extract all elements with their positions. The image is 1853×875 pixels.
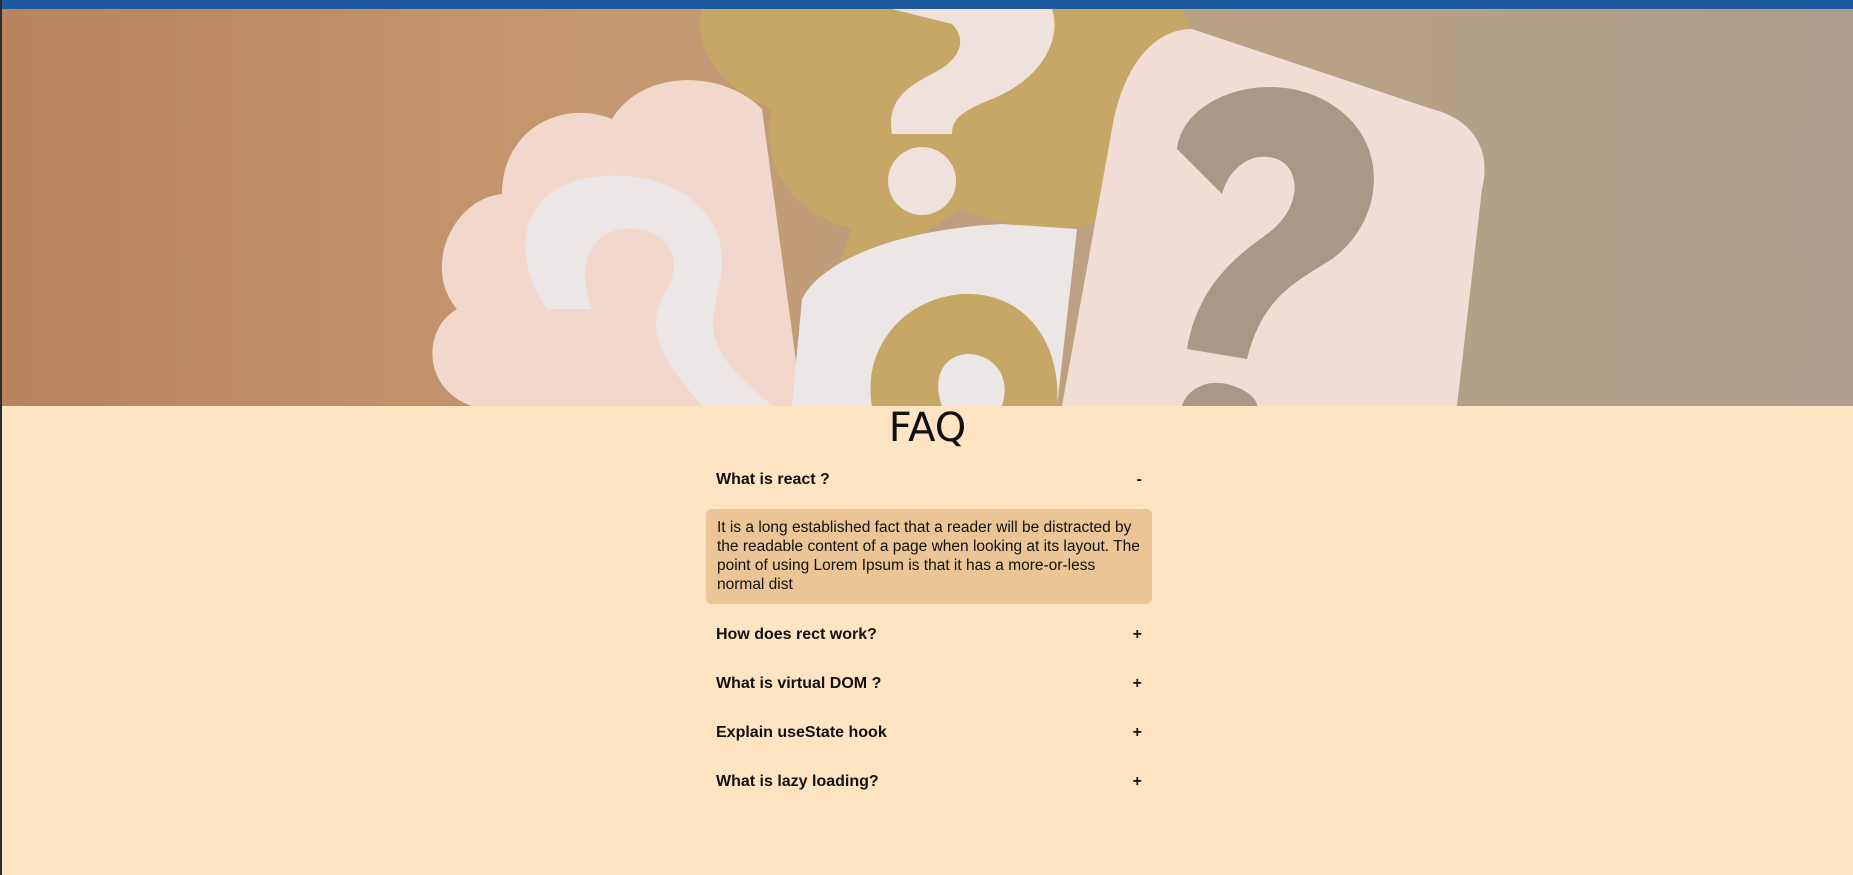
faq-question-what-is-react[interactable]: What is react ? - [706,460,1152,500]
expand-toggle-icon[interactable]: + [1133,773,1142,791]
faq-question-label: What is lazy loading? [716,773,879,790]
collapse-toggle-icon[interactable]: - [1137,471,1142,489]
page-title: FAQ [888,405,967,451]
top-bar [2,0,1853,9]
expand-toggle-icon[interactable]: + [1133,675,1142,693]
faq-item: What is react ? - It is a long establish… [706,460,1152,604]
faq-list: What is react ? - It is a long establish… [706,460,1152,811]
faq-question-label: What is react ? [716,471,830,488]
faq-question-label: What is virtual DOM ? [716,675,882,692]
expand-toggle-icon[interactable]: + [1133,626,1142,644]
faq-item: What is lazy loading? + [706,762,1152,802]
faq-question-lazy-loading[interactable]: What is lazy loading? + [706,762,1152,802]
question-marks-illustration [2,9,1853,406]
faq-item: How does rect work? + [706,615,1152,655]
faq-item: Explain useState hook + [706,713,1152,753]
faq-item: What is virtual DOM ? + [706,664,1152,704]
expand-toggle-icon[interactable]: + [1133,724,1142,742]
faq-question-label: Explain useState hook [716,724,887,741]
faq-question-virtual-dom[interactable]: What is virtual DOM ? + [706,664,1152,704]
faq-question-how-does-react-work[interactable]: How does rect work? + [706,615,1152,655]
faq-question-label: How does rect work? [716,626,877,643]
hero-image [2,9,1853,406]
page: FAQ What is react ? - It is a long estab… [2,0,1853,875]
faq-question-usestate-hook[interactable]: Explain useState hook + [706,713,1152,753]
faq-answer: It is a long established fact that a rea… [706,509,1152,604]
